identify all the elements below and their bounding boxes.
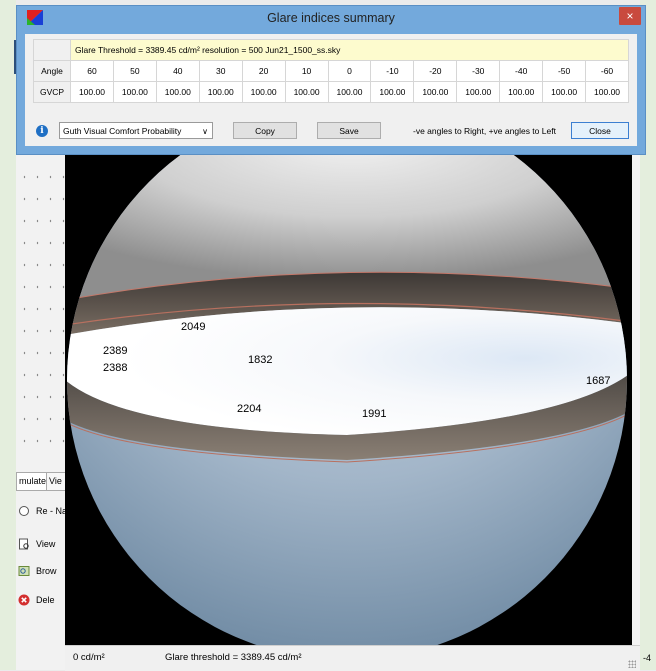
side-item-label: Brow xyxy=(36,566,57,576)
side-item-browse[interactable]: Brow xyxy=(16,560,66,582)
table-row: Glare Threshold = 3389.45 cd/m² resoluti… xyxy=(33,39,629,61)
gvcp-cell: 100.00 xyxy=(456,81,501,103)
luminance-label: 2204 xyxy=(237,403,262,415)
angle-header: Angle xyxy=(33,60,71,82)
dialog-controls: i Guth Visual Comfort Probability ∨ Copy… xyxy=(33,120,629,142)
angle-cell: 40 xyxy=(155,60,200,82)
table-row: GVCP 100.00 100.00 100.00 100.00 100.00 100.0… xyxy=(33,81,629,103)
info-icon[interactable]: i xyxy=(36,125,48,137)
gvcp-cell: 100.00 xyxy=(284,81,329,103)
angle-note: -ve angles to Right, +ve angles to Left xyxy=(413,126,556,136)
luminance-label: 2388 xyxy=(103,362,128,374)
gvcp-cell: 100.00 xyxy=(155,81,200,103)
angle-cell: 20 xyxy=(241,60,286,82)
status-bar: 0 cd/m² Glare threshold = 3389.45 cd/m² xyxy=(65,645,640,671)
copy-button[interactable]: Copy xyxy=(233,122,297,139)
close-icon[interactable]: × xyxy=(619,7,641,25)
gvcp-cell: 100.00 xyxy=(198,81,243,103)
gvcp-header: GVCP xyxy=(33,81,71,103)
angle-cell: -40 xyxy=(499,60,544,82)
view-icon xyxy=(19,538,29,550)
gvcp-cell: 100.00 xyxy=(370,81,415,103)
glare-summary-dialog: Glare indices summary × Glare Threshold … xyxy=(16,5,646,155)
angle-cell: 50 xyxy=(112,60,157,82)
viewer-border xyxy=(632,140,640,645)
method-select[interactable]: Guth Visual Comfort Probability ∨ xyxy=(59,122,213,139)
min-luminance-text: 0 cd/m² xyxy=(73,652,105,663)
gvcp-cell: 100.00 xyxy=(241,81,286,103)
side-item-label: Dele xyxy=(36,595,55,605)
save-button[interactable]: Save xyxy=(317,122,381,139)
edge-text: -4 xyxy=(643,653,652,663)
luminance-label: 1687 xyxy=(586,375,611,387)
table-row: Angle 60 50 40 30 20 10 0 -10 -20 -30 -40 -50 -60 xyxy=(33,60,629,82)
left-background xyxy=(0,0,16,670)
table-corner xyxy=(33,39,71,61)
side-item-delete[interactable]: Dele xyxy=(16,589,66,611)
gvcp-cell: 100.00 xyxy=(413,81,458,103)
side-item-rename[interactable]: Re - Na xyxy=(16,500,66,522)
dialog-title: Glare indices summary xyxy=(267,11,395,25)
gvcp-cell: 100.00 xyxy=(112,81,157,103)
angle-cell: 10 xyxy=(284,60,329,82)
radio-icon xyxy=(19,506,29,516)
luminance-label: 1991 xyxy=(362,408,387,420)
delete-icon xyxy=(18,594,30,606)
luminance-label: 1832 xyxy=(248,354,273,366)
gvcp-cell: 100.00 xyxy=(327,81,372,103)
angle-cell: 60 xyxy=(70,60,114,82)
gvcp-cell: 100.00 xyxy=(542,81,587,103)
side-item-label: View xyxy=(36,539,56,549)
side-tabs: mulate Vie xyxy=(16,470,68,491)
threshold-text: Glare threshold = 3389.45 cd/m² xyxy=(165,652,302,663)
dialog-title-bar[interactable]: Glare indices summary × xyxy=(17,6,645,30)
method-select-value: Guth Visual Comfort Probability xyxy=(63,126,182,136)
gvcp-cell: 100.00 xyxy=(70,81,114,103)
dialog-client: Glare Threshold = 3389.45 cd/m² resoluti… xyxy=(25,34,637,146)
luminance-label: 2389 xyxy=(103,345,128,357)
angle-cell: -20 xyxy=(413,60,458,82)
fisheye-viewer[interactable]: 2049 2389 2388 1832 1687 2204 1991 xyxy=(65,140,640,645)
angle-cell: -60 xyxy=(585,60,629,82)
angle-cell: 0 xyxy=(327,60,372,82)
threshold-info: Glare Threshold = 3389.45 cd/m² resoluti… xyxy=(70,39,629,61)
angle-cell: -10 xyxy=(370,60,415,82)
browse-icon xyxy=(18,566,30,576)
fisheye-image xyxy=(65,140,640,645)
gvcp-cell: 100.00 xyxy=(499,81,544,103)
angle-cell: -30 xyxy=(456,60,501,82)
close-button[interactable]: Close xyxy=(571,122,629,139)
chevron-down-icon: ∨ xyxy=(202,127,208,136)
side-item-label: Re - Na xyxy=(36,506,66,516)
resize-grip[interactable] xyxy=(628,660,636,668)
glare-table: Glare Threshold = 3389.45 cd/m² resoluti… xyxy=(33,39,629,103)
dot-grid xyxy=(16,160,66,450)
tab-simulate[interactable]: mulate xyxy=(16,472,50,490)
angle-cell: 30 xyxy=(198,60,243,82)
angle-cell: -50 xyxy=(542,60,587,82)
side-item-view[interactable]: View xyxy=(16,533,66,555)
luminance-label: 2049 xyxy=(181,321,206,333)
gvcp-cell: 100.00 xyxy=(585,81,629,103)
